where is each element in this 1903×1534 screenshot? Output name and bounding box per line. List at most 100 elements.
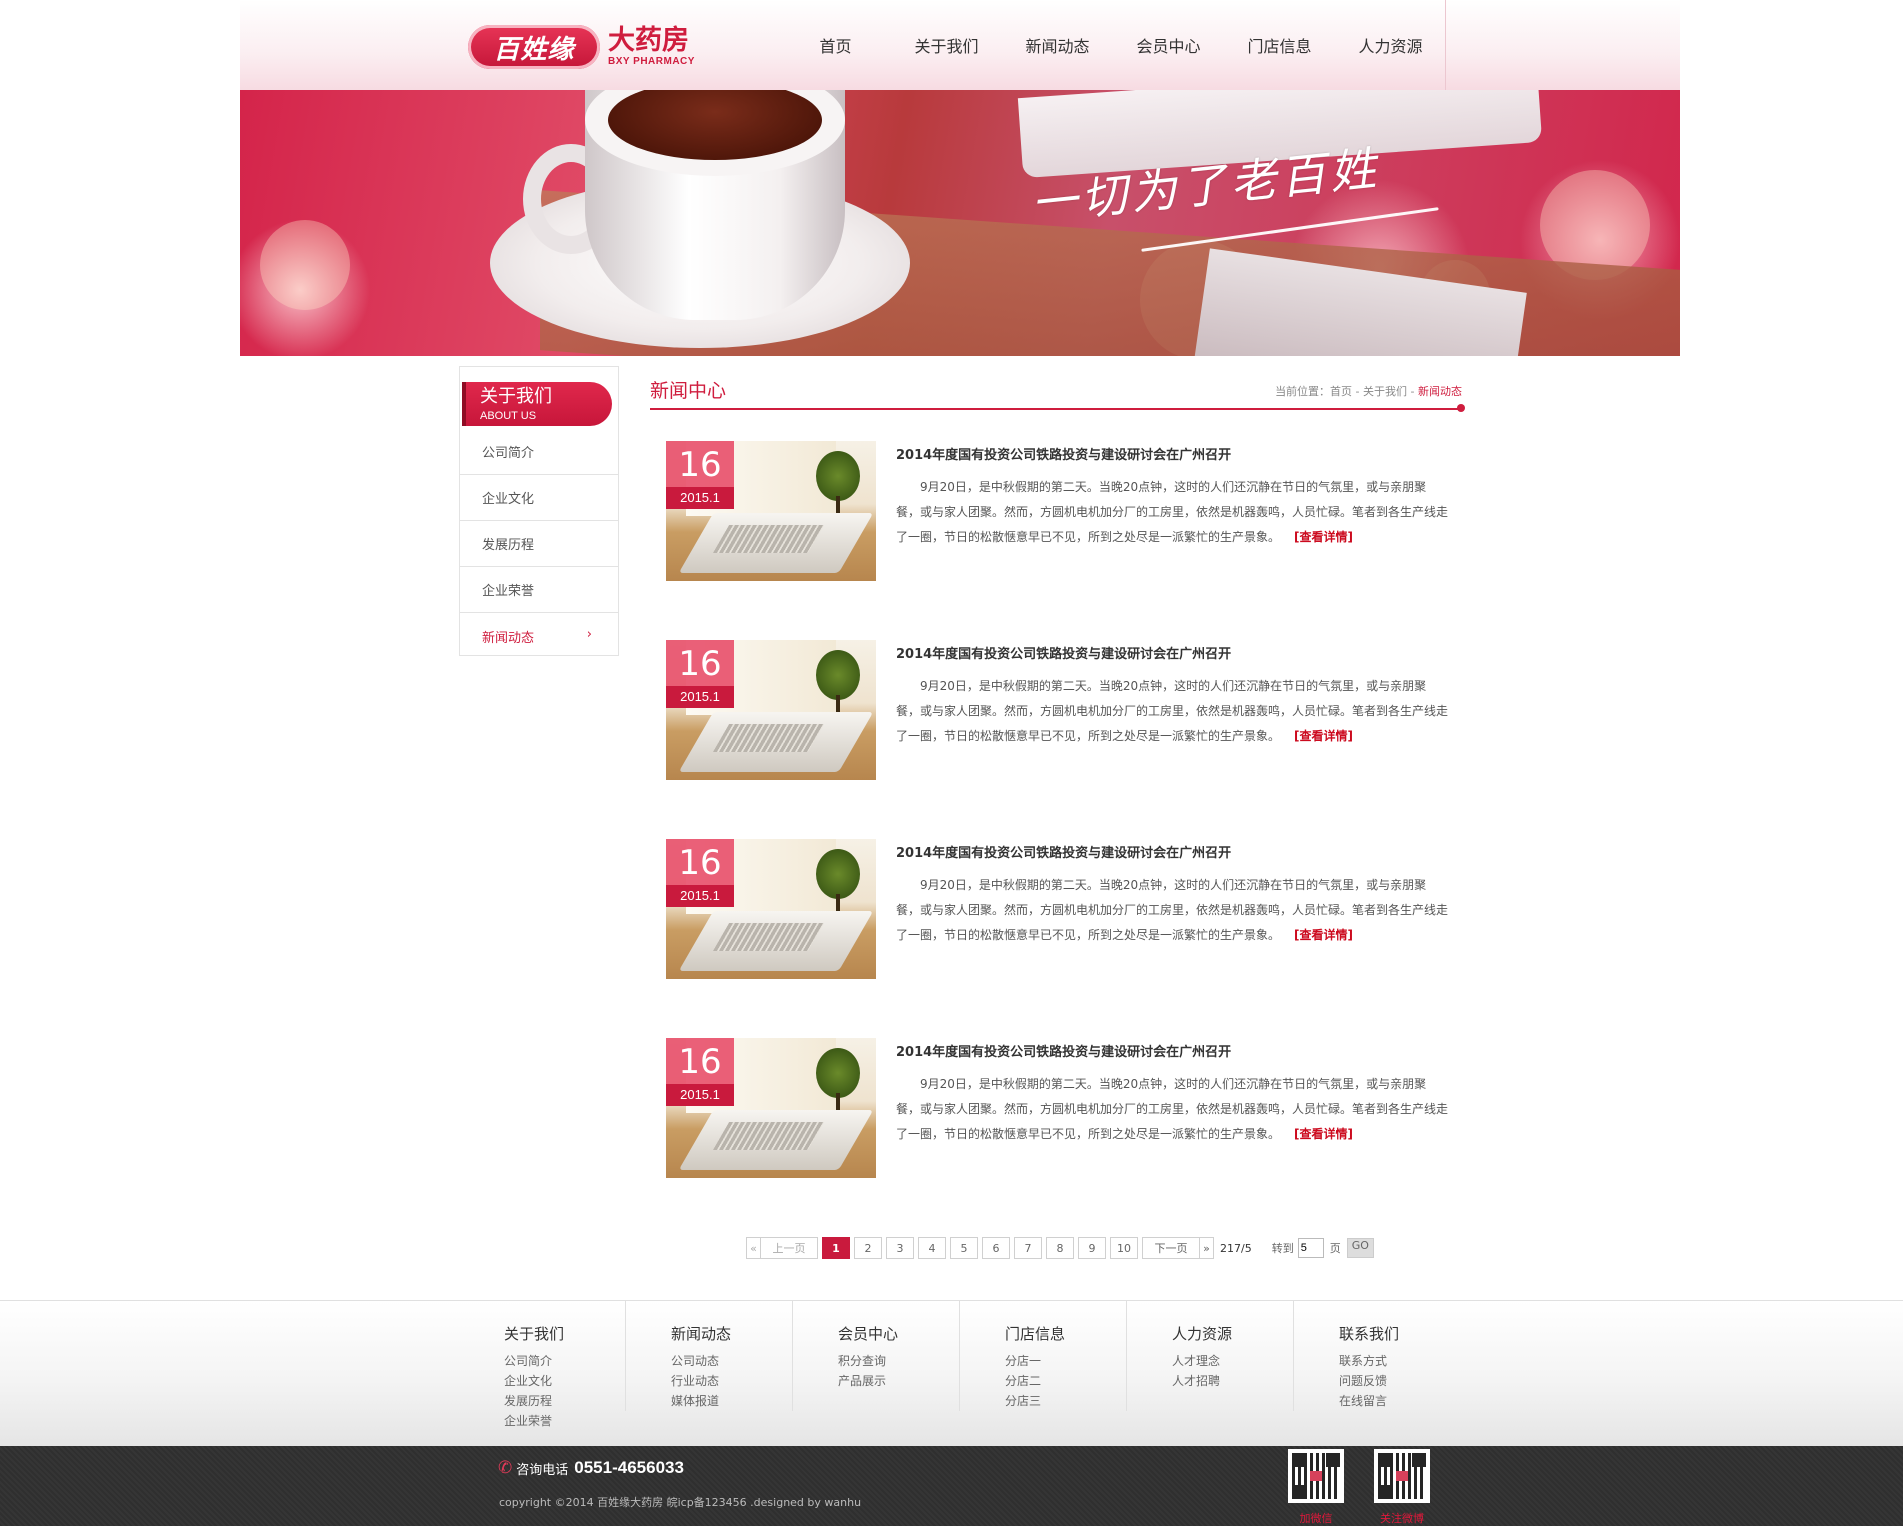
go-button[interactable]: GO (1346, 1238, 1374, 1258)
footer-link[interactable]: 分店二 (1005, 1371, 1041, 1391)
footer-col-title[interactable]: 新闻动态 (671, 1323, 731, 1344)
footer-col-title[interactable]: 人力资源 (1172, 1323, 1232, 1344)
page-4[interactable]: 4 (918, 1237, 946, 1259)
footer-link[interactable]: 公司简介 (504, 1351, 552, 1371)
page-9[interactable]: 9 (1078, 1237, 1106, 1259)
logo-name: 大药房 (608, 25, 689, 56)
footer-col-title[interactable]: 联系我们 (1339, 1323, 1399, 1344)
weibo-label[interactable]: 关注微博 (1367, 1510, 1437, 1526)
page-8[interactable]: 8 (1046, 1237, 1074, 1259)
footer-link[interactable]: 企业文化 (504, 1371, 552, 1391)
logo-english: BXY PHARMACY (608, 56, 695, 67)
news-title[interactable]: 2014年度国有投资公司铁路投资与建设研讨会在广州召开 (896, 842, 1231, 861)
footer-col-title[interactable]: 会员中心 (838, 1323, 898, 1344)
nav-about[interactable]: 关于我们 (891, 0, 1002, 90)
news-thumbnail[interactable]: 16 2015.1 (666, 839, 876, 979)
page-1[interactable]: 1 (822, 1237, 850, 1259)
page-total: 217/5 (1220, 1241, 1252, 1255)
main-nav: 首页 关于我们 新闻动态 会员中心 门店信息 人力资源 (780, 0, 1446, 90)
footer-link[interactable]: 人才招聘 (1172, 1371, 1220, 1391)
logo[interactable]: 百姓缘 大药房 BXY PHARMACY (468, 24, 695, 70)
prev-page-button[interactable]: 上一页 (760, 1237, 818, 1259)
news-item: 16 2015.1 2014年度国有投资公司铁路投资与建设研讨会在广州召开 9月… (666, 441, 1452, 583)
read-more-link[interactable]: [查看详情] (1294, 928, 1353, 942)
news-thumbnail[interactable]: 16 2015.1 (666, 441, 876, 581)
news-thumbnail[interactable]: 16 2015.1 (666, 1038, 876, 1178)
pagination: « 上一页 1 2 3 4 5 6 7 8 9 10 下一页 » 217/5 转… (746, 1237, 1374, 1259)
footer-col-stores: 门店信息 分店一 分店二 分店三 (1005, 1301, 1127, 1411)
sidebar-item-honors[interactable]: 企业荣誉 (460, 567, 618, 613)
wechat-label[interactable]: 加微信 (1281, 1510, 1351, 1526)
footer-link[interactable]: 分店三 (1005, 1391, 1041, 1411)
footer-link[interactable]: 行业动态 (671, 1371, 719, 1391)
news-thumbnail[interactable]: 16 2015.1 (666, 640, 876, 780)
page-5[interactable]: 5 (950, 1237, 978, 1259)
goto-label: 转到 (1271, 1242, 1294, 1255)
page-2[interactable]: 2 (854, 1237, 882, 1259)
date-badge: 16 2015.1 (666, 839, 734, 907)
footer-col-contact: 联系我们 联系方式 问题反馈 在线留言 (1339, 1301, 1461, 1411)
site-header: 百姓缘 大药房 BXY PHARMACY 首页 关于我们 新闻动态 会员中心 门… (240, 0, 1680, 90)
read-more-link[interactable]: [查看详情] (1294, 1127, 1353, 1141)
news-title[interactable]: 2014年度国有投资公司铁路投资与建设研讨会在广州召开 (896, 444, 1231, 463)
page-unit-label: 页 (1329, 1242, 1341, 1255)
sidebar-title: 关于我们 (480, 386, 552, 407)
news-item: 16 2015.1 2014年度国有投资公司铁路投资与建设研讨会在广州召开 9月… (666, 640, 1452, 782)
nav-stores[interactable]: 门店信息 (1224, 0, 1335, 90)
site-footer: 关于我们 公司简介 企业文化 发展历程 企业荣誉 新闻动态 公司动态 行业动态 … (0, 1300, 1903, 1446)
nav-news[interactable]: 新闻动态 (1002, 0, 1113, 90)
footer-bar: ✆ 咨询电话 0551-4656033 copyright ©2014 百姓缘大… (0, 1446, 1903, 1526)
page-7[interactable]: 7 (1014, 1237, 1042, 1259)
footer-link[interactable]: 分店一 (1005, 1351, 1041, 1371)
next-page-button[interactable]: 下一页 (1142, 1237, 1200, 1259)
footer-link[interactable]: 媒体报道 (671, 1391, 719, 1411)
phone-icon: ✆ (498, 1458, 513, 1477)
sidebar-item-culture[interactable]: 企业文化 (460, 475, 618, 521)
chevron-right-icon: › (586, 627, 592, 642)
main-content: 新闻中心 当前位置：首页 - 关于我们 - 新闻动态 16 2015.1 201… (650, 366, 1465, 1178)
footer-link[interactable]: 企业荣誉 (504, 1411, 552, 1431)
date-badge: 16 2015.1 (666, 441, 734, 509)
footer-link[interactable]: 公司动态 (671, 1351, 719, 1371)
date-badge: 16 2015.1 (666, 640, 734, 708)
sidebar-item-profile[interactable]: 公司简介 (460, 429, 618, 475)
page-10[interactable]: 10 (1110, 1237, 1138, 1259)
footer-link[interactable]: 问题反馈 (1339, 1371, 1387, 1391)
page-6[interactable]: 6 (982, 1237, 1010, 1259)
page-title: 新闻中心 (650, 380, 727, 402)
news-item: 16 2015.1 2014年度国有投资公司铁路投资与建设研讨会在广州召开 9月… (666, 1038, 1452, 1180)
news-title[interactable]: 2014年度国有投资公司铁路投资与建设研讨会在广州召开 (896, 643, 1231, 662)
first-page-icon[interactable]: « (746, 1237, 760, 1259)
footer-link[interactable]: 产品展示 (838, 1371, 886, 1391)
sidebar-header: 关于我们 ABOUT US (462, 382, 612, 426)
logo-badge: 百姓缘 (468, 25, 600, 69)
phone-label: 咨询电话 (516, 1462, 569, 1478)
footer-col-title[interactable]: 关于我们 (504, 1323, 564, 1344)
news-title[interactable]: 2014年度国有投资公司铁路投资与建设研讨会在广州召开 (896, 1041, 1231, 1060)
page-3[interactable]: 3 (886, 1237, 914, 1259)
copyright-text: copyright ©2014 百姓缘大药房 皖icp备123456 .desi… (499, 1496, 862, 1509)
footer-link[interactable]: 发展历程 (504, 1391, 552, 1411)
footer-link[interactable]: 积分查询 (838, 1351, 886, 1371)
nav-home[interactable]: 首页 (780, 0, 891, 90)
last-page-icon[interactable]: » (1200, 1237, 1214, 1259)
read-more-link[interactable]: [查看详情] (1294, 530, 1353, 544)
sidebar-list: 公司简介 企业文化 发展历程 企业荣誉 新闻动态 › (460, 429, 618, 659)
footer-col-about: 关于我们 公司简介 企业文化 发展历程 企业荣誉 (504, 1301, 626, 1428)
sidebar-item-news[interactable]: 新闻动态 › (460, 613, 618, 659)
nav-member[interactable]: 会员中心 (1113, 0, 1224, 90)
footer-col-title[interactable]: 门店信息 (1005, 1323, 1065, 1344)
phone-number: 0551-4656033 (574, 1458, 684, 1477)
footer-link[interactable]: 人才理念 (1172, 1351, 1220, 1371)
date-badge: 16 2015.1 (666, 1038, 734, 1106)
footer-col-hr: 人力资源 人才理念 人才招聘 (1172, 1301, 1294, 1411)
read-more-link[interactable]: [查看详情] (1294, 729, 1353, 743)
wechat-qr-code (1288, 1449, 1344, 1503)
hero-banner: 一切为了老百姓 (240, 90, 1680, 356)
footer-link[interactable]: 在线留言 (1339, 1391, 1387, 1411)
footer-link[interactable]: 联系方式 (1339, 1351, 1387, 1371)
sidebar-item-history[interactable]: 发展历程 (460, 521, 618, 567)
goto-page-input[interactable] (1297, 1238, 1324, 1258)
news-summary: 9月20日，是中秋假期的第二天。当晚20点钟，这时的人们还沉静在节日的气氛里，或… (896, 1077, 1449, 1141)
nav-hr[interactable]: 人力资源 (1335, 0, 1446, 90)
